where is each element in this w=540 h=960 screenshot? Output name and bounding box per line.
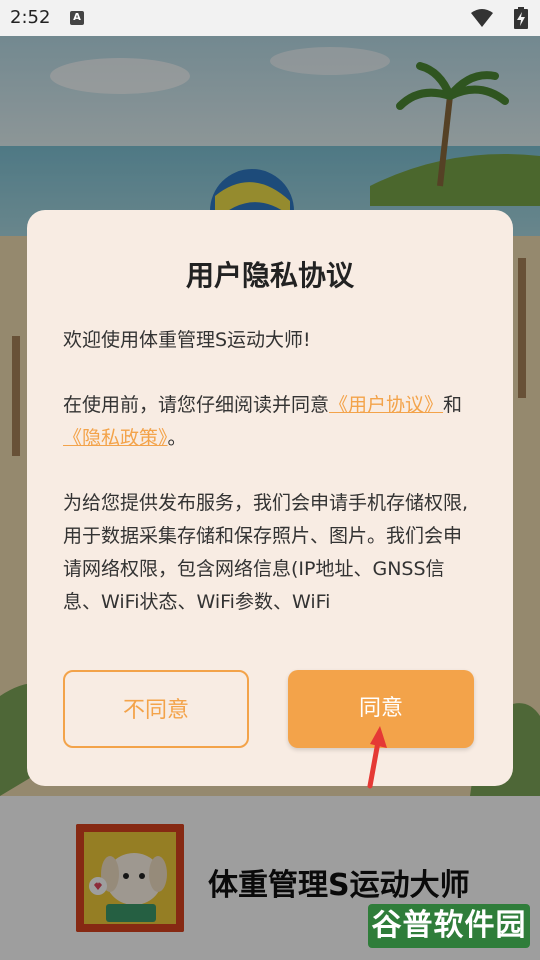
and-text: 和: [443, 394, 463, 416]
dialog-title: 用户隐私协议: [185, 259, 354, 292]
arrow-pointer-icon: [367, 726, 387, 789]
intro-prefix: 在使用前，请您仔细阅读并同意: [63, 394, 330, 416]
wifi-icon: [471, 9, 493, 27]
privacy-policy-link[interactable]: 《隐私政策》: [63, 427, 168, 449]
dialog-body[interactable]: 欢迎使用体重管理S运动大师! 在使用前，请您仔细阅读并同意《用户协议》和《隐私政…: [63, 324, 479, 624]
watermark: 谷普软件园: [368, 904, 530, 948]
a-icon: A: [70, 11, 84, 25]
user-agreement-link[interactable]: 《用户协议》: [329, 394, 443, 416]
welcome-text: 欢迎使用体重管理S运动大师!: [63, 329, 311, 351]
status-bar: 2:52 A: [0, 0, 540, 36]
intro-suffix: 。: [167, 427, 187, 449]
disagree-button[interactable]: 不同意: [63, 670, 249, 748]
battery-charging-icon: [514, 7, 528, 29]
privacy-dialog: 用户隐私协议 欢迎使用体重管理S运动大师! 在使用前，请您仔细阅读并同意《用户协…: [27, 210, 513, 786]
agreement-intro: 在使用前，请您仔细阅读并同意《用户协议》和《隐私政策》。: [63, 389, 479, 455]
permissions-text: 为给您提供发布服务，我们会申请手机存储权限, 用于数据采集存储和保存照片、图片。…: [63, 492, 469, 613]
status-time: 2:52: [10, 7, 51, 28]
